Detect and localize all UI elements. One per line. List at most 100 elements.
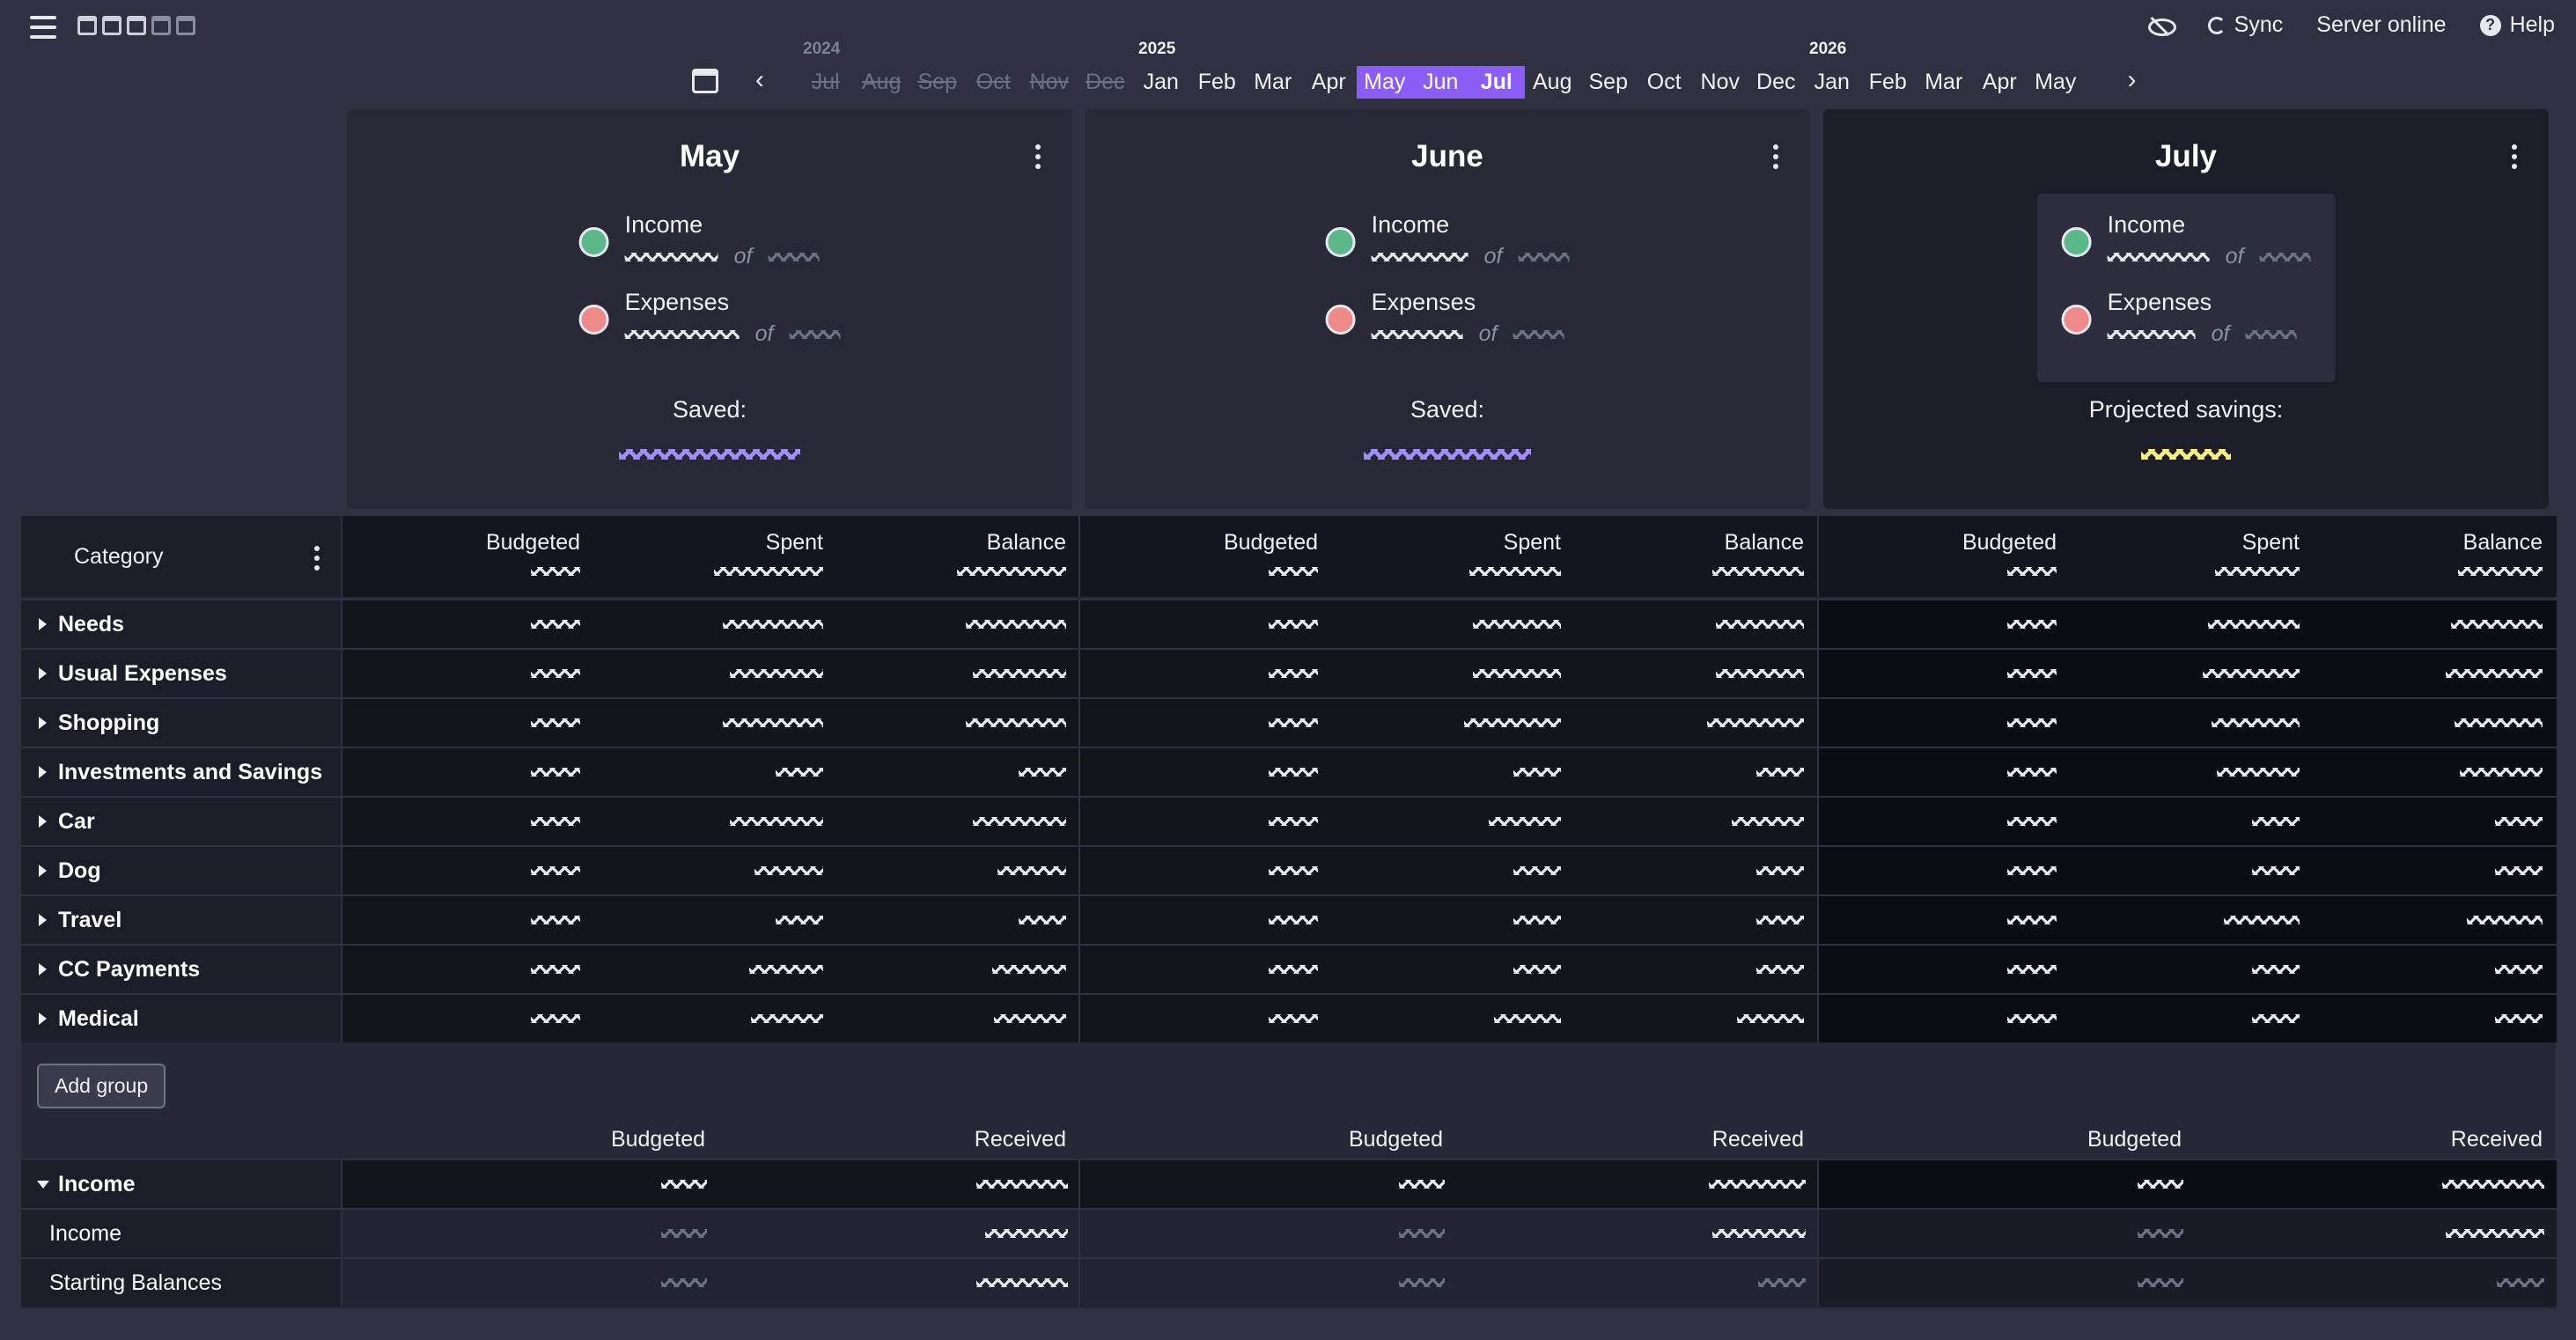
month-2026-mar[interactable]: Mar xyxy=(1916,66,1972,99)
group-row[interactable]: Shopping xyxy=(21,697,2557,747)
amount-budgeted[interactable] xyxy=(2007,965,2057,974)
amount-budgeted[interactable] xyxy=(2007,866,2057,875)
month-2024-aug[interactable]: Aug xyxy=(854,66,910,99)
amount-received[interactable] xyxy=(985,1229,1068,1238)
amount-received[interactable] xyxy=(1709,1180,1806,1189)
group-row[interactable]: Needs xyxy=(21,599,2557,648)
month-2026-may[interactable]: May xyxy=(2028,66,2084,99)
amount-spent[interactable] xyxy=(776,768,823,777)
amount-balance[interactable] xyxy=(2467,916,2543,924)
amount-budgeted[interactable] xyxy=(1269,1014,1318,1023)
amount-balance[interactable] xyxy=(2460,768,2543,777)
amount-budgeted[interactable] xyxy=(531,1014,580,1023)
amount-budgeted[interactable] xyxy=(1399,1278,1445,1287)
amount-balance[interactable] xyxy=(2451,620,2543,629)
amount-spent[interactable] xyxy=(723,718,823,727)
amount-spent[interactable] xyxy=(1494,1014,1561,1023)
month-2025-sep[interactable]: Sep xyxy=(1580,66,1637,99)
amount-budgeted[interactable] xyxy=(1269,916,1318,924)
amount-budgeted[interactable] xyxy=(2138,1229,2183,1238)
amount-balance[interactable] xyxy=(2446,669,2543,678)
amount-budgeted[interactable] xyxy=(2138,1278,2183,1287)
calendar-icon[interactable] xyxy=(692,69,718,93)
amount-budgeted[interactable] xyxy=(1269,965,1318,974)
server-status[interactable]: Server online xyxy=(2316,12,2446,38)
privacy-toggle[interactable] xyxy=(2147,16,2176,36)
amount-budgeted[interactable] xyxy=(531,866,580,875)
help-button[interactable]: ? Help xyxy=(2479,12,2555,38)
amount-budgeted[interactable] xyxy=(531,817,580,826)
income-category-row[interactable]: Income xyxy=(21,1208,2557,1257)
expand-triangle-icon[interactable] xyxy=(39,963,47,976)
group-row[interactable]: Car xyxy=(21,796,2557,845)
amount-spent[interactable] xyxy=(2252,1014,2300,1023)
amount-balance[interactable] xyxy=(973,669,1066,678)
amount-budgeted[interactable] xyxy=(1269,718,1318,727)
expand-triangle-icon[interactable] xyxy=(39,865,47,877)
group-row[interactable]: Dog xyxy=(21,845,2557,895)
menu-icon[interactable] xyxy=(30,16,56,39)
amount-spent[interactable] xyxy=(2252,817,2300,826)
month-2025-jul[interactable]: Jul xyxy=(1468,66,1525,99)
amount-balance[interactable] xyxy=(2495,1014,2543,1023)
month-2024-jul[interactable]: 2024 Jul xyxy=(798,40,854,99)
calendar-5-icon[interactable] xyxy=(176,16,195,35)
month-2024-sep[interactable]: Sep xyxy=(909,66,966,99)
row-name-cell[interactable]: Starting Balances xyxy=(21,1259,341,1307)
month-2024-oct[interactable]: Oct xyxy=(966,66,1022,99)
amount-spent[interactable] xyxy=(1489,817,1561,826)
row-name-cell[interactable]: Income xyxy=(21,1210,341,1257)
amount-balance[interactable] xyxy=(2495,817,2543,826)
amount-budgeted[interactable] xyxy=(2007,669,2057,678)
income-group-row[interactable]: Income xyxy=(21,1159,2557,1208)
group-name-cell[interactable]: Medical xyxy=(21,995,341,1042)
month-2024-nov[interactable]: Nov xyxy=(1021,66,1078,99)
group-row[interactable]: Travel xyxy=(21,895,2557,944)
month-2025-dec[interactable]: Dec xyxy=(1748,66,1805,99)
amount-spent[interactable] xyxy=(2208,620,2300,629)
month-2025-aug[interactable]: Aug xyxy=(1525,66,1581,99)
amount-budgeted[interactable] xyxy=(2007,817,2057,826)
amount-spent[interactable] xyxy=(1513,768,1561,777)
amount-spent[interactable] xyxy=(730,817,823,826)
amount-spent[interactable] xyxy=(723,620,823,629)
amount-spent[interactable] xyxy=(1513,916,1561,924)
amount-received[interactable] xyxy=(2446,1229,2544,1238)
group-name-cell[interactable]: Travel xyxy=(21,896,341,944)
amount-budgeted[interactable] xyxy=(531,768,580,777)
amount-balance[interactable] xyxy=(1756,768,1804,777)
kebab-menu-icon[interactable] xyxy=(2512,144,2517,169)
expand-triangle-icon[interactable] xyxy=(39,667,47,680)
group-name-cell[interactable]: Investments and Savings xyxy=(21,748,341,796)
month-2025-feb[interactable]: Feb xyxy=(1189,66,1246,99)
amount-budgeted[interactable] xyxy=(1269,817,1318,826)
group-name-cell[interactable]: CC Payments xyxy=(21,946,341,993)
expand-triangle-icon[interactable] xyxy=(39,766,47,778)
month-2026-jan[interactable]: 2026 Jan xyxy=(1804,40,1860,99)
group-name-cell[interactable]: Dog xyxy=(21,847,341,895)
amount-received[interactable] xyxy=(976,1180,1068,1189)
amount-spent[interactable] xyxy=(2252,866,2300,875)
amount-spent[interactable] xyxy=(1464,718,1561,727)
amount-balance[interactable] xyxy=(2455,718,2543,727)
month-2024-dec[interactable]: Dec xyxy=(1078,66,1134,99)
amount-spent[interactable] xyxy=(2252,965,2300,974)
group-row[interactable]: Medical xyxy=(21,993,2557,1042)
amount-balance[interactable] xyxy=(992,965,1066,974)
amount-budgeted[interactable] xyxy=(531,620,580,629)
amount-balance[interactable] xyxy=(966,620,1066,629)
month-2026-feb[interactable]: Feb xyxy=(1860,66,1917,99)
amount-balance[interactable] xyxy=(994,1014,1066,1023)
calendar-3-icon[interactable] xyxy=(127,16,146,35)
calendar-2-icon[interactable] xyxy=(102,16,121,35)
expand-triangle-icon[interactable] xyxy=(39,717,47,729)
amount-received[interactable] xyxy=(2497,1278,2544,1287)
add-group-button[interactable]: Add group xyxy=(37,1064,166,1108)
month-2025-mar[interactable]: Mar xyxy=(1245,66,1301,99)
amount-spent[interactable] xyxy=(751,1014,823,1023)
amount-budgeted[interactable] xyxy=(531,718,580,727)
amount-balance[interactable] xyxy=(1756,965,1804,974)
amount-budgeted[interactable] xyxy=(1269,669,1318,678)
amount-spent[interactable] xyxy=(1513,965,1561,974)
income-category-row[interactable]: Starting Balances xyxy=(21,1257,2557,1307)
